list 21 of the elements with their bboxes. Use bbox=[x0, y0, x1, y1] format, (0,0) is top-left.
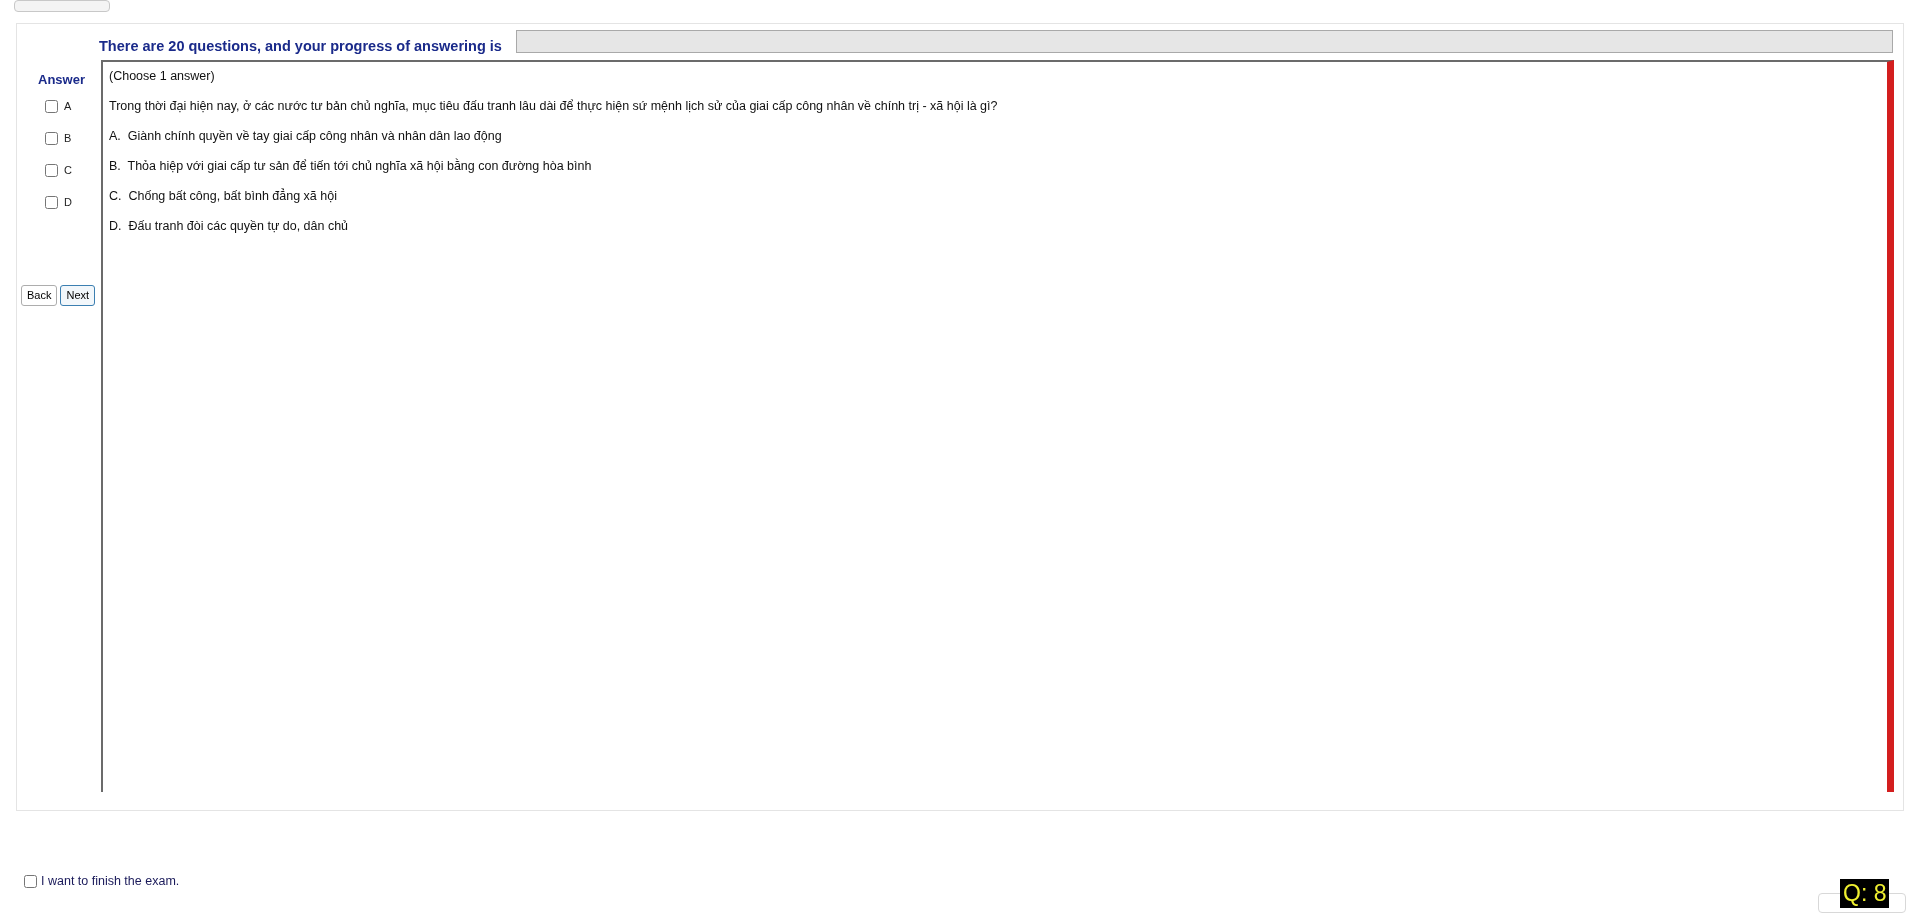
answer-heading: Answer bbox=[38, 71, 85, 89]
option-label: C bbox=[64, 163, 72, 179]
option-checkbox[interactable] bbox=[45, 132, 58, 145]
answer-choice: A. Giành chính quyền về tay giai cấp công nhân và nhân dân lao động bbox=[109, 128, 503, 145]
option-label: D bbox=[64, 195, 72, 211]
option-label: A bbox=[64, 99, 72, 115]
question-instruction: (Choose 1 answer) bbox=[109, 68, 216, 85]
option-label: B bbox=[64, 131, 72, 147]
question-counter: Q: 8 bbox=[1840, 879, 1890, 908]
finish-label: I want to finish the exam. bbox=[41, 873, 180, 890]
nav-button[interactable]: Back bbox=[21, 284, 58, 306]
option-checkbox[interactable] bbox=[45, 164, 58, 177]
answer-choice: B. Thỏa hiệp với giai cấp tư sản để tiến tới chủ nghĩa xã hội bằng con đường hòa bình bbox=[109, 157, 593, 175]
nav-button[interactable]: Next bbox=[60, 284, 96, 306]
answer-choice: C. Chống bất công, bất bình đẳng xã hội bbox=[109, 187, 338, 205]
question-text: Trong thời đại hiện nay, ở các nước tư bản chủ nghĩa, mục tiêu đấu tranh lâu dài để thực hiện sứ mệnh lịch sử của giai cấp công nhân về chính trị - xã hội là gì? bbox=[109, 98, 999, 115]
option-checkbox[interactable] bbox=[45, 100, 58, 113]
progress-title: There are 20 questions, and your progress of answering is bbox=[99, 36, 502, 56]
answer-choice: D. Đấu tranh đòi các quyền tự do, dân chủ bbox=[109, 218, 350, 235]
finish-checkbox[interactable] bbox=[24, 874, 37, 888]
option-checkbox[interactable] bbox=[45, 196, 58, 209]
